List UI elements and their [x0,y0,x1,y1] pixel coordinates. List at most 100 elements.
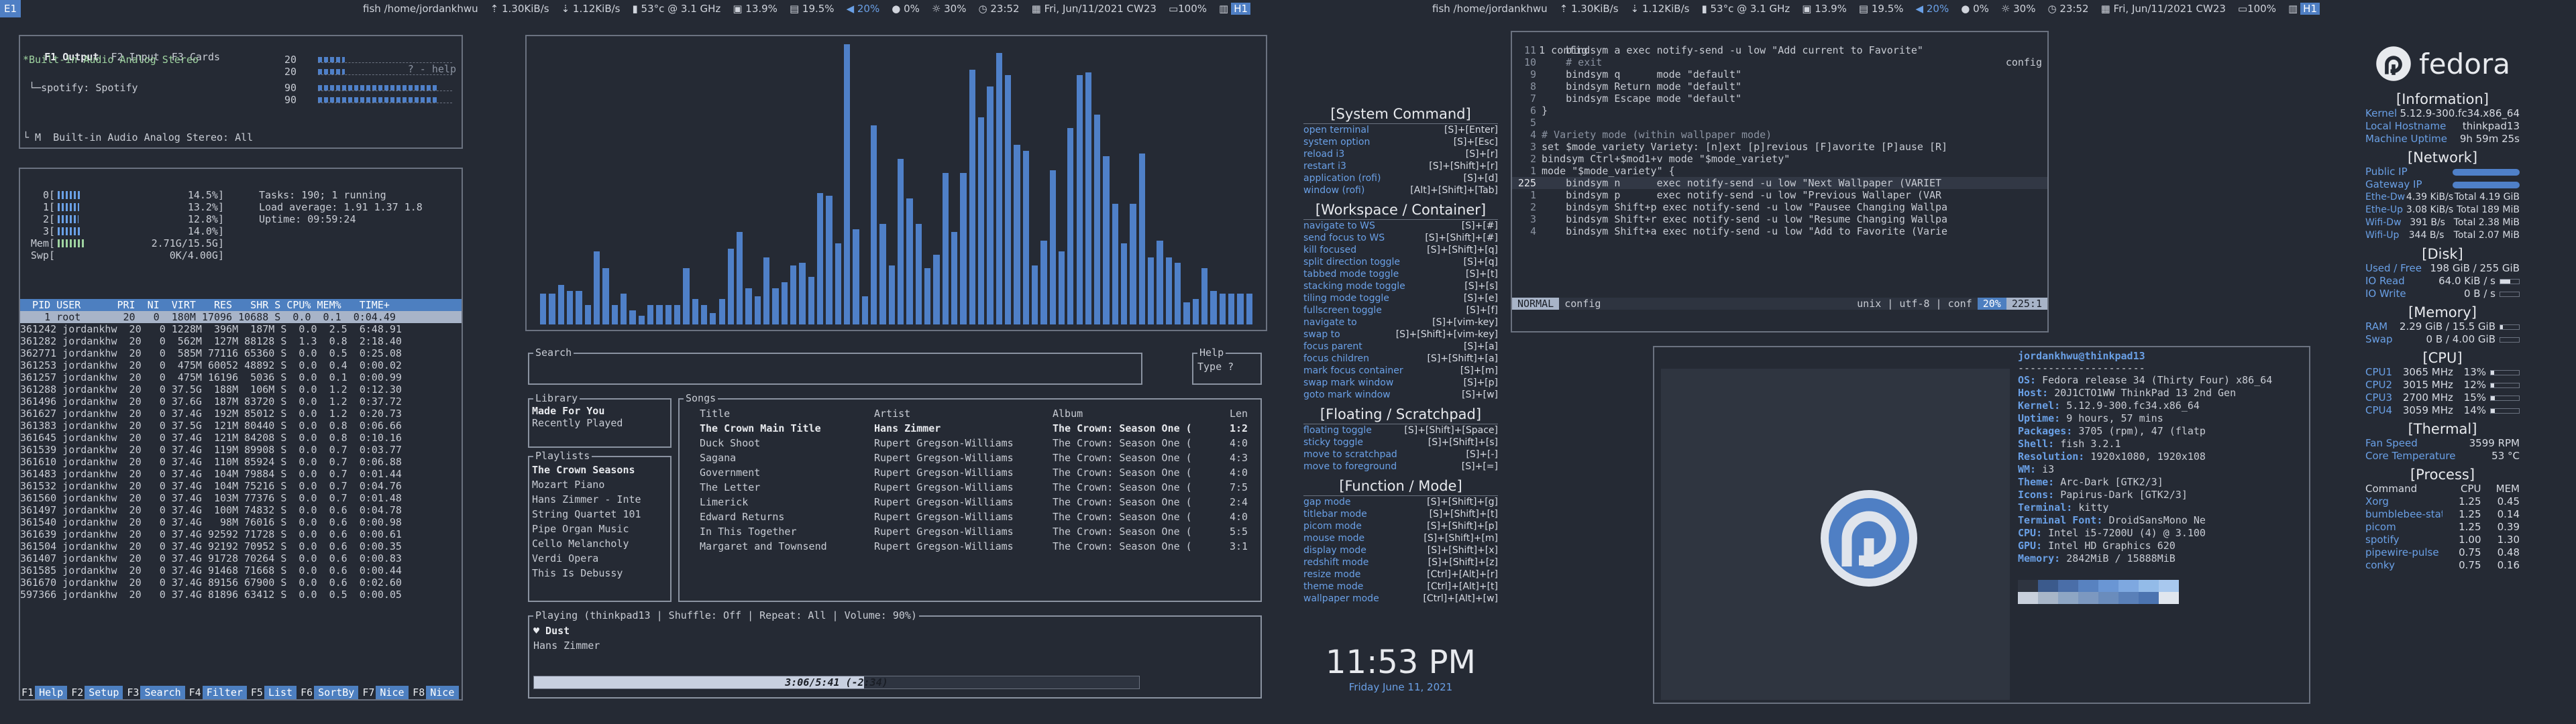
table-row[interactable]: The Letter Rupert Gregson-Williams The Cro… [700,480,1256,495]
library-item[interactable]: Made For You [532,405,670,417]
table-row[interactable]: Sagana Rupert Gregson-Williams The Crown: … [700,450,1256,465]
vim-line[interactable]: 6} [1512,105,2047,117]
table-row[interactable]: Margaret and Townsend Rupert Gregson-Will… [700,539,1256,554]
table-row[interactable]: The Crown Main Title Hans Zimmer The Crown… [700,421,1256,436]
songs-box[interactable]: Songs Title Artist Album Len The Crown Main… [678,392,1262,602]
progress-bar[interactable]: 3:06/5:41 (-2:34) [533,676,1140,689]
table-row[interactable]: 361242 jordankhw 20 0 1228M 396M 187M S … [20,323,462,335]
table-row[interactable]: 361645 jordankhw 20 0 37.4G 121M 84208 S… [20,432,462,444]
workspace-h1-button[interactable]: H1 [2300,3,2320,15]
htop-header[interactable]: PID USER PRI NI VIRT RES SHR S CPU% MEM%… [20,299,462,311]
process-list[interactable]: 1 root 20 0 180M 17096 10688 S 0.0 0.1 0… [20,311,462,601]
table-row[interactable]: 1 root 20 0 180M 17096 10688 S 0.0 0.1 0… [20,311,462,323]
mic-indicator[interactable]: ● 0% [892,3,920,15]
table-row[interactable]: In This Together Rupert Gregson-Williams T… [700,524,1256,539]
pulsemixer-window[interactable]: F1 Output F2 Input F3 Cards ? - help *Bu… [19,35,463,149]
table-row[interactable]: 597366 jordankhw 20 0 37.4G 81896 63412 … [20,589,462,601]
vim-window[interactable]: 1 config config 1 1 bindsym a exec notify… [1511,31,2049,333]
playlist-item[interactable]: Verdi Opera [532,551,670,566]
vim-line[interactable]: 3 bindsym Shift+r exec notify-send -u lo… [1512,213,2047,225]
vim-line[interactable]: 1 mode "$mode_variety" { [1512,165,2047,177]
table-row[interactable]: 361497 jordankhw 20 0 37.4G 100M 74832 S… [20,504,462,516]
vim-line[interactable]: 9 bindsym q mode "default" [1512,68,2047,80]
fkey-sortby-button[interactable]: SortBy [314,686,359,699]
library-item[interactable]: Recently Played [532,417,670,429]
fkey-filter-button[interactable]: Filter [202,686,247,699]
table-row[interactable]: 361539 jordankhw 20 0 37.4G 119M 89908 S… [20,444,462,456]
column-header[interactable]: Len [1230,406,1256,421]
playlist-item[interactable]: This Is Debussy [532,566,670,581]
fkey-search-button[interactable]: Search [140,686,185,699]
vim-line[interactable]: 1 bindsym p exec notify-send -u low "Pre… [1512,189,2047,201]
vim-line[interactable]: 10 # exit [1512,56,2047,68]
volume-slider[interactable] [318,69,452,75]
vim-line[interactable]: 5 [1512,117,2047,129]
table-row[interactable]: 362771 jordankhw 20 0 585M 77116 65360 S… [20,347,462,359]
vim-line[interactable]: 8 bindsym Return mode "default" [1512,80,2047,93]
column-header[interactable]: Title [700,406,874,421]
workspace-h1-button[interactable]: H1 [1231,3,1251,15]
table-row[interactable]: Duck Shoot Rupert Gregson-Williams The Cro… [700,436,1256,450]
volume-slider[interactable] [318,97,452,103]
column-header[interactable]: Album [1053,406,1230,421]
playlist-item[interactable]: Mozart Piano [532,477,670,492]
neofetch-window[interactable]: jordankhwu@thinkpad13 ------------------… [1653,346,2310,704]
fkey-setup-button[interactable]: Setup [85,686,123,699]
table-row[interactable]: 361282 jordankhw 20 0 562M 127M 88128 S … [20,335,462,347]
fkey-nice--button[interactable]: Nice - [376,686,409,699]
audio-stream[interactable]: *Built-in Audio Analog Stereo 20 20 [20,54,462,79]
playlists-box[interactable]: Playlists The Crown Seasons Mozart Piano H… [528,450,672,602]
table-row[interactable]: 361585 jordankhw 20 0 37.4G 91468 71668 … [20,564,462,577]
workspace-button[interactable]: E1 [0,0,21,17]
table-row[interactable]: 361627 jordankhw 20 0 37.4G 192M 85012 S… [20,408,462,420]
vim-line[interactable]: 4 # Variety mode (within wallpaper mode) [1512,129,2047,141]
table-row[interactable]: 361407 jordankhw 20 0 37.4G 91728 70264 … [20,552,462,564]
playlist-item[interactable]: Pipe Organ Music [532,522,670,536]
table-row[interactable]: 361639 jordankhw 20 0 37.4G 92592 71728 … [20,528,462,540]
audio-stream[interactable]: └─spotify: Spotify 90 90 [20,82,462,107]
table-row[interactable]: 361560 jordankhw 20 0 37.4G 103M 77376 S… [20,492,462,504]
table-row[interactable]: 361496 jordankhw 20 0 37.6G 187M 83720 S… [20,396,462,408]
table-row[interactable]: Edward Returns Rupert Gregson-Williams The… [700,509,1256,524]
table-row[interactable]: 361504 jordankhw 20 0 37.4G 92192 70952 … [20,540,462,552]
search-box[interactable]: Search [528,347,1142,385]
table-row[interactable]: 361540 jordankhw 20 0 37.4G 98M 76016 S … [20,516,462,528]
playlist-item[interactable]: The Crown Seasons [532,463,670,477]
table-row[interactable]: 361288 jordankhw 20 0 37.5G 188M 106M S … [20,383,462,396]
table-row[interactable]: 361670 jordankhw 20 0 37.4G 89156 67900 … [20,577,462,589]
volume-slider[interactable] [318,85,452,91]
table-row[interactable]: 361383 jordankhw 20 0 37.5G 121M 80440 S… [20,420,462,432]
brightness-indicator[interactable]: ☼ 30% [932,3,967,15]
table-row[interactable]: 361532 jordankhw 20 0 37.4G 104M 75216 S… [20,480,462,492]
vim-line[interactable]: 7 bindsym Escape mode "default" [1512,93,2047,105]
vim-tab[interactable]: 1 config [1539,44,1587,56]
vim-buffer[interactable]: 1 1 bindsym a exec notify-send -u low "Ad… [1512,44,2047,237]
vim-line[interactable]: 2 bindsym Shift+p exec notify-send -u lo… [1512,201,2047,213]
table-row[interactable]: 361610 jordankhw 20 0 37.4G 110M 85924 S… [20,456,462,468]
library-box[interactable]: Library Made For You Recently Played [528,392,672,448]
volume-indicator[interactable]: ◀ 20% [1916,3,1949,15]
vim-line[interactable]: 2 bindsym Ctrl+$mod1+v mode "$mode_variet… [1512,153,2047,165]
table-row[interactable]: Government Rupert Gregson-Williams The Cro… [700,465,1256,480]
table-row[interactable]: 361257 jordankhw 20 0 475M 16196 5036 S … [20,371,462,383]
help-box[interactable]: Help Type ? [1192,347,1262,385]
table-row[interactable]: 361483 jordankhw 20 0 37.4G 104M 79884 S… [20,468,462,480]
vim-line[interactable]: 11 bindsym a exec notify-send -u low "Ad… [1512,44,2047,56]
table-row[interactable]: Limerick Rupert Gregson-Williams The Crown… [700,495,1256,509]
playlist-item[interactable]: String Quartet 101 [532,507,670,522]
volume-indicator[interactable]: ◀ 20% [847,3,880,15]
playlist-item[interactable]: Hans Zimmer - Inte [532,492,670,507]
mic-indicator[interactable]: ● 0% [1961,3,1989,15]
music-player-window[interactable]: Search Help Type ? Library Made For You R… [525,343,1267,705]
vim-line[interactable]: 4 bindsym Shift+a exec notify-send -u lo… [1512,225,2047,237]
htop-window[interactable]: 0[14.5%] 1[13.2%] 2[12.8%] 3[14.0%] Mem[2.71… [19,168,463,701]
playlist-item[interactable]: Cello Melancholy [532,536,670,551]
table-row[interactable]: 361253 jordankhw 20 0 475M 60052 48892 S… [20,359,462,371]
fkey-help-button[interactable]: Help [35,686,68,699]
brightness-indicator[interactable]: ☼ 30% [2001,3,2036,15]
vim-line[interactable]: 3 set $mode_variety Variety: [n]ext [p]re… [1512,141,2047,153]
vim-line[interactable]: 225 bindsym n exec notify-send -u low "N… [1512,177,2047,189]
column-header[interactable]: Artist [874,406,1053,421]
fkey-list-button[interactable]: List [264,686,297,699]
fkey-nice--button[interactable]: Nice + [426,686,459,699]
